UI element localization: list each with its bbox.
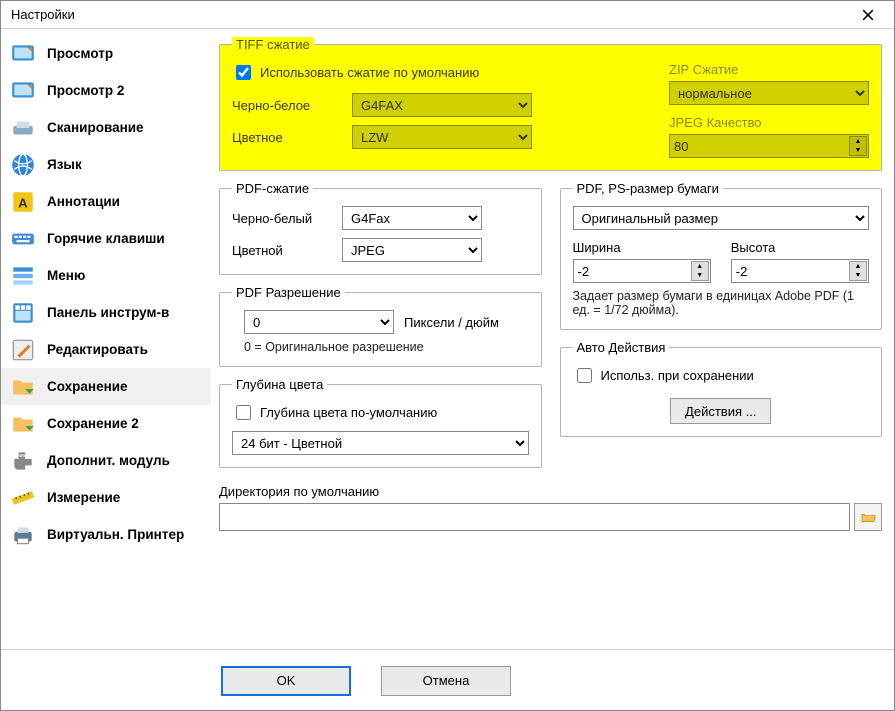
color-depth-group: Глубина цвета Глубина цвета по-умолчанию… xyxy=(219,377,542,468)
content-panel: TIFF сжатие Использовать сжатие по умолч… xyxy=(211,29,894,649)
pdfres-note: 0 = Оригинальное разрешение xyxy=(232,340,529,354)
paper-height-label: Высота xyxy=(731,240,869,255)
paper-width-label: Ширина xyxy=(573,240,711,255)
sidebar-item-label: Аннотации xyxy=(47,194,120,209)
menu-icon xyxy=(9,262,37,290)
pdf-legend: PDF-сжатие xyxy=(232,181,313,196)
sidebar-item-save[interactable]: Сохранение xyxy=(1,368,211,405)
paper-legend: PDF, PS-размер бумаги xyxy=(573,181,723,196)
sidebar-item-label: Сохранение xyxy=(47,379,128,394)
sidebar-item-hotkeys[interactable]: Горячие клавиши xyxy=(1,220,211,257)
depth-select[interactable]: 24 бит - Цветной xyxy=(232,431,529,455)
sidebar-item-label: Дополнит. модуль xyxy=(47,453,170,468)
auto-legend: Авто Действия xyxy=(573,340,670,355)
folder-open-icon xyxy=(860,509,876,525)
sidebar-item-virtual-printer[interactable]: Виртуальн. Принтер xyxy=(1,516,211,553)
sidebar-item-scanning[interactable]: Сканирование xyxy=(1,109,211,146)
globe-icon xyxy=(9,151,37,179)
sidebar-item-label: Сохранение 2 xyxy=(47,416,139,431)
jpeg-quality-input[interactable] xyxy=(669,134,869,158)
footer-buttons: OK Отмена xyxy=(1,649,894,711)
paper-note: Задает размер бумаги в единицах Adobe PD… xyxy=(573,289,870,317)
sidebar-item-label: Редактировать xyxy=(47,342,148,357)
pdf-bw-label: Черно-белый xyxy=(232,211,342,226)
zip-label: ZIP Сжатие xyxy=(669,62,869,77)
svg-text:A: A xyxy=(18,195,28,210)
auto-use-checkbox[interactable] xyxy=(577,368,592,383)
sidebar-item-edit[interactable]: Редактировать xyxy=(1,331,211,368)
pdfres-select[interactable]: 0 xyxy=(244,310,394,334)
sidebar-item-label: Измерение xyxy=(47,490,120,505)
tiff-compression-group: TIFF сжатие Использовать сжатие по умолч… xyxy=(219,37,882,171)
pdf-color-label: Цветной xyxy=(232,243,342,258)
sidebar-item-annotations[interactable]: A Аннотации xyxy=(1,183,211,220)
sidebar-item-label: Просмотр xyxy=(47,46,113,61)
tiff-bw-select[interactable]: G4FAX xyxy=(352,93,532,117)
pencil-icon xyxy=(9,336,37,364)
tiff-default-label: Использовать сжатие по умолчанию xyxy=(260,65,479,80)
sidebar-item-label: Просмотр 2 xyxy=(47,83,124,98)
printer-icon xyxy=(9,521,37,549)
cancel-button[interactable]: Отмена xyxy=(381,666,511,696)
sidebar-item-menu[interactable]: Меню xyxy=(1,257,211,294)
pdf-bw-select[interactable]: G4Fax xyxy=(342,206,482,230)
default-dir-label: Директория по умолчанию xyxy=(219,484,882,499)
sidebar-item-label: Виртуальн. Принтер xyxy=(47,527,184,542)
folder-save-icon xyxy=(9,373,37,401)
depth-default-checkbox[interactable] xyxy=(236,405,251,420)
depth-legend: Глубина цвета xyxy=(232,377,327,392)
close-button[interactable] xyxy=(848,2,888,28)
auto-use-label: Использ. при сохранении xyxy=(601,368,754,383)
actions-button[interactable]: Действия ... xyxy=(670,398,771,424)
spinner-icon[interactable]: ▲▼ xyxy=(691,261,709,281)
sidebar-item-view2[interactable]: Просмотр 2 xyxy=(1,72,211,109)
paper-size-select[interactable]: Оригинальный размер xyxy=(573,206,870,230)
monitor-icon xyxy=(9,77,37,105)
pdf-color-select[interactable]: JPEG xyxy=(342,238,482,262)
window-title: Настройки xyxy=(11,7,75,22)
depth-default-label: Глубина цвета по-умолчанию xyxy=(260,405,437,420)
sidebar-item-save2[interactable]: Сохранение 2 xyxy=(1,405,211,442)
pdfres-unit: Пиксели / дюйм xyxy=(404,315,499,330)
jpeg-quality-label: JPEG Качество xyxy=(669,115,869,130)
default-dir-input[interactable] xyxy=(219,503,850,531)
tiff-legend: TIFF сжатие xyxy=(232,37,314,52)
sidebar-item-view[interactable]: Просмотр xyxy=(1,35,211,72)
tiff-bw-label: Черно-белое xyxy=(232,98,352,113)
sidebar: Просмотр Просмотр 2 Сканирование Язык A … xyxy=(1,29,211,649)
annotation-icon: A xyxy=(9,188,37,216)
monitor-icon xyxy=(9,40,37,68)
sidebar-item-label: Горячие клавиши xyxy=(47,231,165,246)
ruler-icon xyxy=(9,484,37,512)
sidebar-item-measure[interactable]: Измерение xyxy=(1,479,211,516)
folder-save-icon xyxy=(9,410,37,438)
auto-actions-group: Авто Действия Использ. при сохранении Де… xyxy=(560,340,883,437)
pdf-resolution-group: PDF Разрешение 0 Пиксели / дюйм 0 = Ориг… xyxy=(219,285,542,367)
spinner-icon[interactable]: ▲▼ xyxy=(849,261,867,281)
paper-size-group: PDF, PS-размер бумаги Оригинальный разме… xyxy=(560,181,883,330)
zip-select[interactable]: нормальное xyxy=(669,81,869,105)
keyboard-icon xyxy=(9,225,37,253)
sidebar-item-label: Меню xyxy=(47,268,85,283)
spinner-icon[interactable]: ▲▼ xyxy=(849,136,867,156)
toolbar-icon xyxy=(9,299,37,327)
pdfres-legend: PDF Разрешение xyxy=(232,285,345,300)
sidebar-item-language[interactable]: Язык xyxy=(1,146,211,183)
tiff-default-checkbox[interactable] xyxy=(236,65,251,80)
scanner-icon xyxy=(9,114,37,142)
pdf-compression-group: PDF-сжатие Черно-белый G4Fax Цветной JPE… xyxy=(219,181,542,275)
browse-button[interactable] xyxy=(854,503,882,531)
plugin-icon xyxy=(9,447,37,475)
sidebar-item-label: Панель инструм-в xyxy=(47,305,169,320)
tiff-color-label: Цветное xyxy=(232,130,352,145)
sidebar-item-plugin[interactable]: Дополнит. модуль xyxy=(1,442,211,479)
sidebar-item-label: Сканирование xyxy=(47,120,144,135)
ok-button[interactable]: OK xyxy=(221,666,351,696)
sidebar-item-label: Язык xyxy=(47,157,82,172)
sidebar-item-toolbar[interactable]: Панель инструм-в xyxy=(1,294,211,331)
tiff-color-select[interactable]: LZW xyxy=(352,125,532,149)
